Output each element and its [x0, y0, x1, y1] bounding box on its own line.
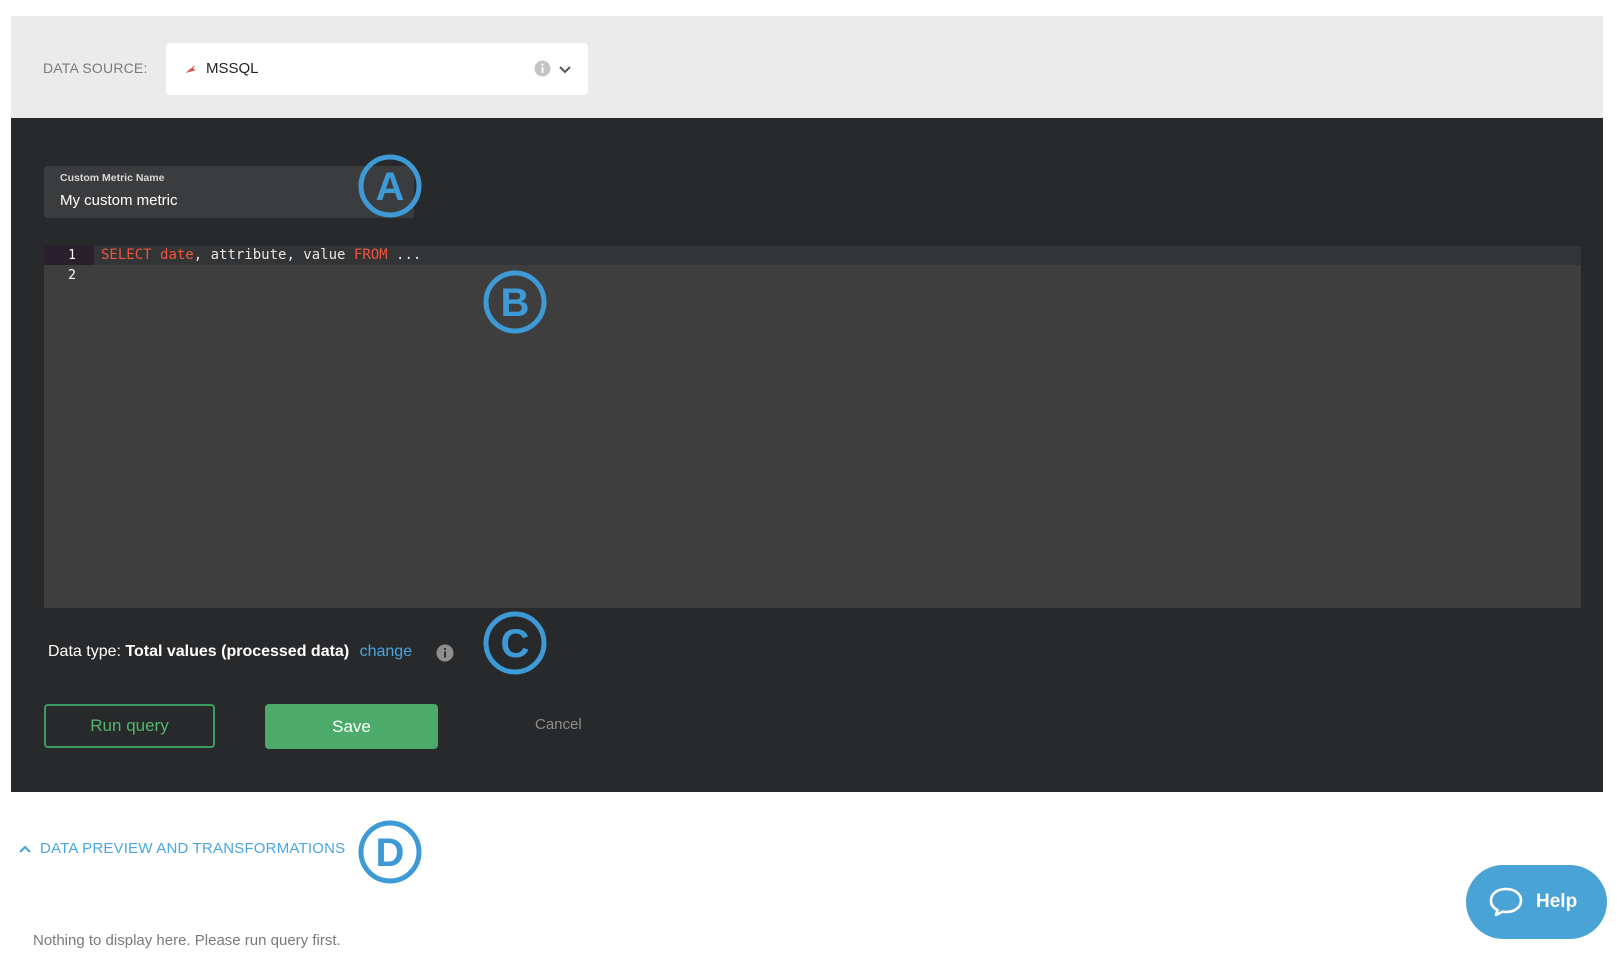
data-type-prefix: Data type:: [48, 643, 126, 660]
keyword-from: FROM: [353, 247, 388, 263]
code-line-1[interactable]: SELECT date, attribute, value FROM ...: [101, 247, 421, 263]
data-source-select[interactable]: MSSQL: [166, 43, 588, 95]
cancel-button[interactable]: Cancel: [535, 716, 582, 733]
code-ellipsis: ...: [387, 247, 422, 263]
marker-letter: B: [501, 281, 530, 325]
info-icon[interactable]: [436, 644, 454, 662]
save-button[interactable]: Save: [265, 704, 438, 749]
code-columns: , attribute, value: [193, 247, 354, 263]
callout-marker-a: A: [358, 154, 422, 218]
data-type-row: Data type: Total values (processed data)…: [48, 643, 412, 661]
marker-letter: C: [501, 622, 530, 666]
callout-marker-d: D: [358, 820, 422, 884]
column-date: date: [160, 247, 194, 263]
data-source-label: DATA SOURCE:: [43, 60, 148, 76]
data-source-value: MSSQL: [206, 60, 259, 77]
query-panel: Custom Metric Name My custom metric 1 2 …: [11, 118, 1603, 792]
help-label: Help: [1536, 891, 1578, 912]
marker-letter: A: [376, 165, 405, 209]
custom-metric-name-value: My custom metric: [60, 192, 178, 209]
chevron-down-icon[interactable]: [558, 64, 572, 76]
run-query-button[interactable]: Run query: [44, 704, 215, 748]
mssql-db-icon: [185, 65, 196, 74]
chat-bubble-icon: [1489, 887, 1523, 917]
callout-marker-b: B: [483, 270, 547, 334]
line-number: 1: [68, 248, 76, 263]
callout-marker-c: C: [483, 611, 547, 675]
info-icon[interactable]: [534, 60, 551, 77]
marker-letter: D: [376, 831, 405, 875]
data-type-value: Total values (processed data): [125, 643, 350, 660]
data-preview-toggle[interactable]: DATA PREVIEW AND TRANSFORMATIONS: [18, 840, 345, 857]
empty-preview-message: Nothing to display here. Please run quer…: [33, 932, 341, 949]
sql-editor[interactable]: 1 2 SELECT date, attribute, value FROM .…: [44, 246, 1581, 608]
data-preview-label: DATA PREVIEW AND TRANSFORMATIONS: [40, 840, 346, 857]
help-button[interactable]: Help: [1466, 865, 1607, 939]
line-number: 2: [68, 268, 76, 283]
custom-metric-name-label: Custom Metric Name: [60, 172, 165, 184]
chevron-up-icon: [19, 844, 31, 853]
data-type-change-link[interactable]: change: [360, 643, 413, 660]
keyword-select: SELECT: [101, 247, 152, 263]
